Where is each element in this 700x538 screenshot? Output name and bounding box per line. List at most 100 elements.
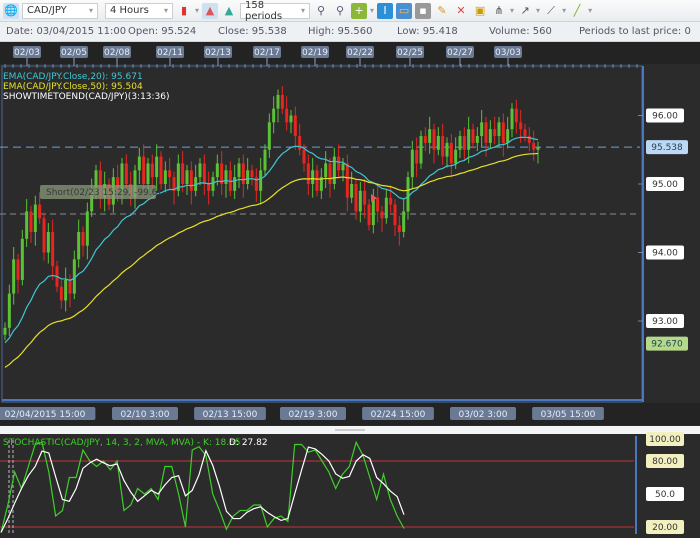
candle: [202, 163, 206, 184]
candle: [393, 204, 397, 226]
candle: [207, 184, 211, 191]
price-chart[interactable]: 02/03 02/05 02/08 02/11 02/13 02/17 02/19 02/22…: [0, 0, 700, 538]
candle: [501, 122, 505, 143]
stoch-scale-text: 80.00: [652, 457, 678, 467]
candle: [510, 108, 514, 130]
candle: [397, 225, 401, 232]
candle: [449, 142, 453, 164]
short-annotation-text: Short(02/23 15:29, -99.6): [46, 188, 161, 198]
candle: [38, 204, 42, 219]
candle: [428, 129, 432, 143]
top-date-text: 02/05: [61, 48, 87, 58]
candle: [506, 129, 510, 143]
candle: [315, 170, 319, 191]
candle: [237, 163, 241, 178]
low-price-text: 92.670: [651, 340, 683, 350]
time-to-end-legend: SHOWTIMETOEND(CAD/JPY)(3:13:36): [3, 92, 170, 102]
candle: [363, 190, 367, 205]
candle: [523, 129, 527, 137]
stochastic-d-legend: D: 27.82: [229, 438, 268, 448]
candle: [458, 136, 462, 150]
candle: [484, 122, 488, 143]
candle: [159, 156, 163, 184]
bottom-date-text: 02/24 15:00: [371, 410, 426, 420]
candle: [298, 136, 302, 150]
candle: [68, 279, 72, 294]
candle: [250, 170, 254, 178]
top-date-text: 02/22: [347, 48, 373, 58]
top-date-text: 03/03: [495, 48, 521, 58]
bottom-date-text: 02/19 3:00: [288, 410, 337, 420]
candle: [181, 163, 185, 184]
stochastic-pane: [0, 434, 700, 538]
price-label-text: 95.00: [652, 180, 678, 190]
candle: [354, 184, 358, 212]
candle: [497, 122, 501, 137]
candle: [367, 204, 371, 226]
candle: [29, 211, 33, 232]
candle: [293, 115, 297, 137]
candle: [493, 129, 497, 137]
candle: [33, 204, 37, 232]
candle: [280, 94, 284, 109]
candle: [376, 197, 380, 212]
candle: [432, 129, 436, 150]
candle: [514, 108, 518, 123]
candle: [436, 136, 440, 150]
stoch-scale-text: 100.00: [649, 435, 681, 445]
candle: [272, 108, 276, 123]
candle: [150, 163, 154, 178]
candle: [532, 142, 536, 150]
candle: [267, 122, 271, 150]
candle: [77, 231, 81, 260]
candle: [341, 163, 345, 171]
candle: [224, 170, 228, 184]
ema50-legend: EMA(CAD/JPY.Close,50): 95.504: [3, 82, 143, 92]
stoch-scale-text: 50.0: [655, 490, 675, 500]
ema20-legend: EMA(CAD/JPY.Close,20): 95.671: [3, 72, 143, 82]
price-label-text: 96.00: [652, 112, 678, 122]
stochastic-legend: STOCHASTIC(CAD/JPY, 14, 3, 2, MVA, MVA) …: [3, 438, 241, 448]
candle: [51, 231, 55, 267]
candle: [445, 142, 449, 157]
candle: [25, 211, 29, 239]
candle: [163, 170, 167, 184]
top-date-text: 02/27: [447, 48, 473, 58]
candle: [415, 149, 419, 164]
price-label-text: 94.00: [652, 249, 678, 259]
candle: [454, 149, 458, 164]
candle: [146, 163, 150, 184]
candle: [519, 122, 523, 130]
candle: [423, 136, 427, 143]
candle: [345, 163, 349, 198]
candle: [211, 177, 215, 191]
candle: [16, 259, 20, 280]
candle: [471, 129, 475, 143]
candle: [81, 231, 85, 246]
candle: [241, 163, 245, 184]
candle: [462, 136, 466, 150]
candle: [441, 136, 445, 157]
candle: [410, 149, 414, 178]
candle: [285, 108, 289, 123]
candle: [142, 156, 146, 184]
candle: [480, 122, 484, 137]
candle: [64, 279, 68, 301]
candle: [324, 163, 328, 178]
candle: [289, 115, 293, 123]
candle: [59, 286, 63, 301]
candle: [337, 156, 341, 171]
candle: [7, 293, 11, 328]
candle: [475, 136, 479, 143]
candle: [124, 163, 128, 184]
top-date-text: 02/13: [205, 48, 231, 58]
candle: [380, 211, 384, 219]
bottom-date-text: 02/04/2015 15:00: [5, 410, 86, 420]
candle: [488, 129, 492, 143]
candle: [3, 327, 7, 335]
splitter-handle[interactable]: [335, 429, 365, 431]
candle: [276, 94, 280, 109]
candle: [12, 259, 16, 294]
bottom-date-text: 02/10 3:00: [120, 410, 169, 420]
candle: [46, 231, 50, 253]
